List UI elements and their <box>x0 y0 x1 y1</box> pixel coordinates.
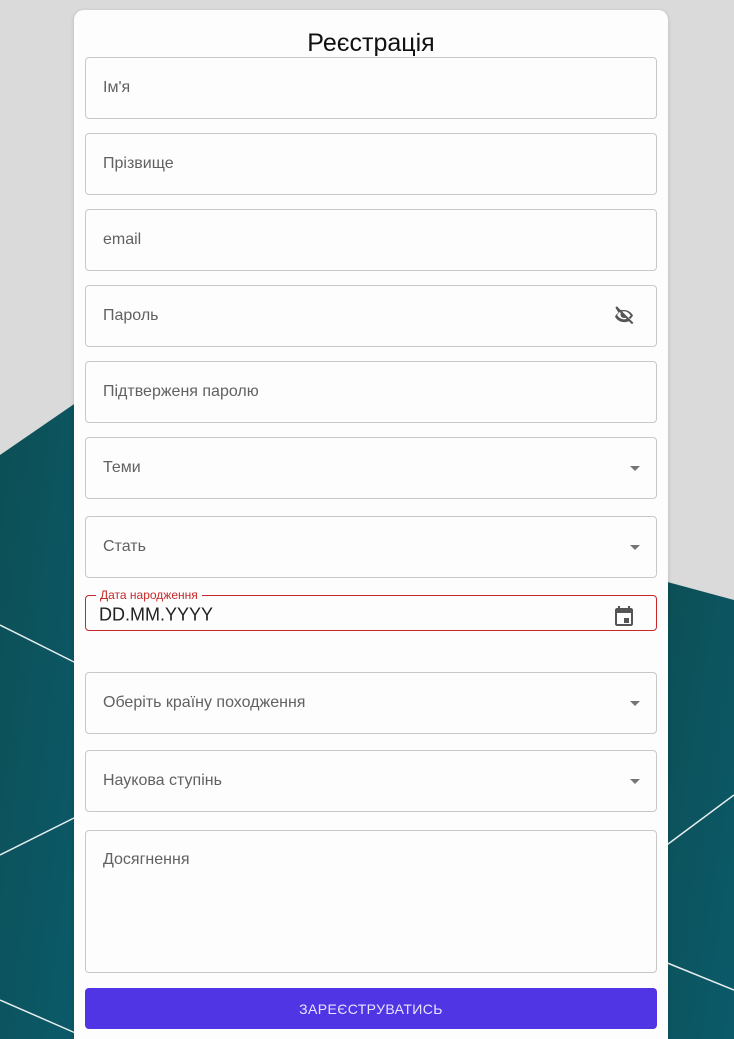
gender-placeholder: Стать <box>103 538 146 555</box>
password-field[interactable]: Пароль <box>85 285 657 347</box>
first-name-field[interactable]: Ім'я <box>85 57 657 119</box>
topics-placeholder: Теми <box>103 459 141 476</box>
gender-select[interactable]: Стать <box>85 516 657 578</box>
achievements-placeholder: Досягнення <box>103 851 190 868</box>
country-placeholder: Оберіть країну походження <box>103 694 306 711</box>
topics-select[interactable]: Теми <box>85 437 657 499</box>
password-placeholder: Пароль <box>103 307 159 324</box>
degree-placeholder: Наукова ступінь <box>103 772 222 789</box>
register-button[interactable]: ЗАРЕЄСТРУВАТИСЬ <box>85 988 657 1029</box>
first-name-placeholder: Ім'я <box>103 79 131 96</box>
birthdate-value: DD.MM.YYYY <box>99 604 214 625</box>
birthdate-field[interactable]: Дата народження DD.MM.YYYY <box>85 588 657 631</box>
email-field[interactable]: email <box>85 209 657 271</box>
last-name-field[interactable]: Прізвище <box>85 133 657 195</box>
country-select[interactable]: Оберіть країну походження <box>85 672 657 734</box>
last-name-placeholder: Прізвище <box>103 155 174 172</box>
password-confirm-field[interactable]: Підтверженя паролю <box>85 361 657 423</box>
form-title: Реєстрація <box>307 29 435 57</box>
achievements-textarea[interactable]: Досягнення <box>85 830 657 973</box>
email-placeholder: email <box>103 231 142 248</box>
birthdate-label: Дата народження <box>96 588 202 602</box>
degree-select[interactable]: Наукова ступінь <box>85 750 657 812</box>
password-confirm-placeholder: Підтверженя паролю <box>103 383 259 400</box>
chevron-down-icon <box>630 701 640 706</box>
chevron-down-icon <box>630 466 640 471</box>
registration-card: Реєстрація Ім'я Прізвище email Пароль Пі… <box>74 10 668 1039</box>
chevron-down-icon <box>630 545 640 550</box>
chevron-down-icon <box>630 779 640 784</box>
eye-off-icon[interactable] <box>612 304 636 328</box>
calendar-icon[interactable] <box>612 604 636 628</box>
